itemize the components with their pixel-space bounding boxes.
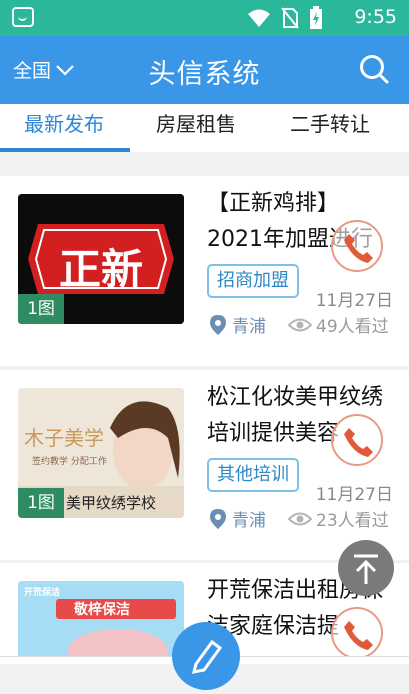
thumbnail-corner-text: 开荒保洁: [24, 588, 61, 598]
thumbnail-subtext: 签约教学 分配工作: [32, 457, 107, 467]
list-item[interactable]: 正新 1图 【正新鸡排】2021年加盟进行 招商加盟 11月27日 青浦 49人…: [0, 176, 409, 366]
page-title: 头信系统: [148, 59, 261, 90]
location-pin-icon: [210, 508, 226, 529]
views-text: 49人看过: [316, 317, 389, 337]
post-thumbnail[interactable]: 木子美学 签约教学 分配工作 美甲纹绣学校 1图: [18, 388, 184, 518]
wifi-icon: [248, 9, 270, 27]
thumbnail-text: 正新: [58, 245, 143, 294]
status-icons: [247, 6, 323, 30]
active-tab-indicator: [0, 148, 130, 152]
post-date: 11月27日: [315, 291, 393, 311]
image-count-badge: 1图: [18, 488, 64, 518]
list-item[interactable]: 木子美学 签约教学 分配工作 美甲纹绣学校 1图 松江化妆美甲纹绣培训提供美容 …: [0, 370, 409, 560]
thumbnail-text: 敬梓保洁: [74, 602, 130, 618]
no-sim-icon: [281, 7, 299, 29]
tab-secondhand[interactable]: 二手转让: [290, 108, 370, 137]
app-header: 全国 头信系统: [0, 36, 409, 104]
image-count-badge: 1图: [18, 294, 64, 324]
location-text: 青浦: [232, 317, 266, 337]
call-button[interactable]: [331, 220, 383, 272]
call-button[interactable]: [331, 414, 383, 466]
post-date: 11月27日: [315, 485, 393, 505]
post-location: 青浦: [210, 506, 266, 531]
arrow-up-icon: [354, 554, 378, 584]
phone-icon: [344, 621, 373, 650]
post-location: 青浦: [210, 312, 266, 337]
category-tabs: 最新发布 房屋租售 二手转让: [0, 104, 409, 152]
eye-icon: [288, 318, 312, 331]
back-to-top-button[interactable]: [338, 540, 394, 596]
post-thumbnail[interactable]: 正新 1图: [18, 194, 184, 324]
category-tag: 招商加盟: [207, 264, 299, 298]
post-views: 23人看过: [288, 506, 389, 531]
edit-pencil-icon: [191, 639, 223, 674]
phone-icon: [344, 234, 373, 263]
status-bar: 9:55: [0, 0, 409, 36]
location-pin-icon: [210, 314, 226, 335]
status-time: 9:55: [354, 6, 397, 28]
post-views: 49人看过: [288, 312, 389, 337]
tab-latest[interactable]: 最新发布: [24, 108, 104, 137]
battery-icon: [310, 6, 322, 29]
post-thumbnail[interactable]: 开荒保洁 敬梓保洁: [18, 581, 184, 663]
phone-icon: [344, 428, 373, 457]
thumbnail-bottom-text: 美甲纹绣学校: [66, 494, 157, 512]
search-icon[interactable]: [359, 54, 389, 84]
app-notification-icon: [12, 7, 34, 27]
views-text: 23人看过: [316, 511, 389, 531]
location-text: 青浦: [232, 511, 266, 531]
tab-housing[interactable]: 房屋租售: [156, 108, 236, 137]
eye-icon: [288, 512, 312, 525]
publish-button[interactable]: [172, 622, 240, 690]
category-tag: 其他培训: [207, 458, 299, 492]
thumbnail-text: 木子美学: [24, 426, 104, 450]
call-button[interactable]: [331, 607, 383, 659]
